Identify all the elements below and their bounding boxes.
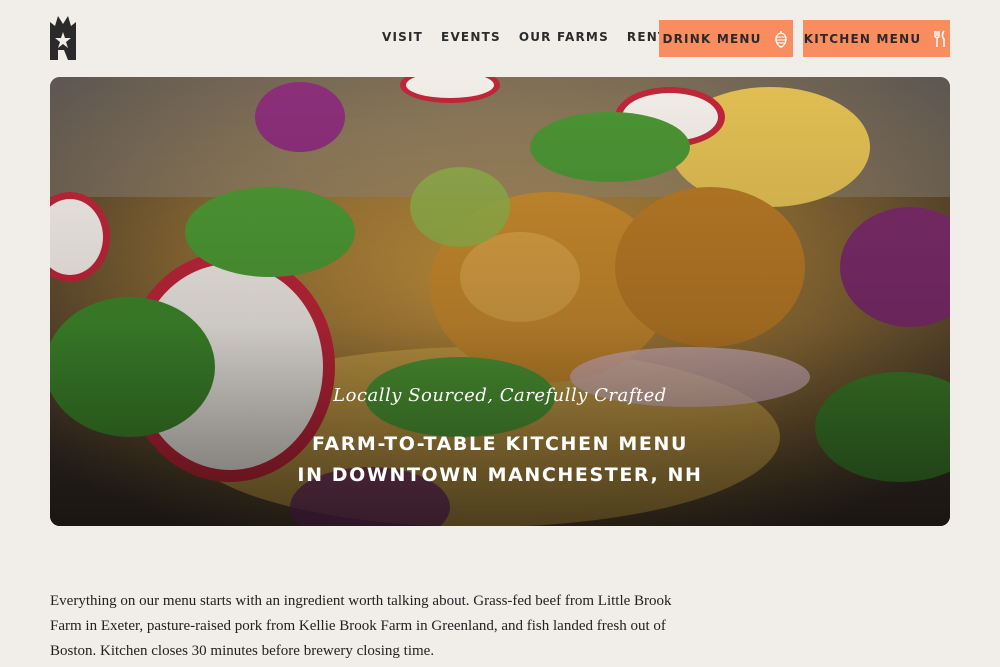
hero-headline-line-2: IN DOWNTOWN MANCHESTER, NH [297,464,703,486]
hero-tagline: Locally Sourced, Carefully Crafted [333,385,667,406]
fork-knife-icon [934,29,946,47]
hero-headline-line-1: FARM-TO-TABLE KITCHEN MENU [312,433,688,455]
nav-our-farms[interactable]: OUR FARMS [519,30,609,44]
hops-icon [774,30,787,48]
kitchen-menu-label: KITCHEN MENU [803,31,922,46]
hero-banner: Locally Sourced, Carefully Crafted FARM-… [50,77,950,526]
nav-visit[interactable]: VISIT [382,30,423,44]
nav-events[interactable]: EVENTS [441,30,501,44]
hero-headline: FARM-TO-TABLE KITCHEN MENU IN DOWNTOWN M… [50,429,950,491]
crown-logo-icon [50,16,76,60]
intro-paragraph: Everything on our menu starts with an in… [50,593,672,659]
main-nav: VISIT EVENTS OUR FARMS RENTALS [382,30,696,44]
site-header: VISIT EVENTS OUR FARMS RENTALS DRINK MEN… [0,0,1000,77]
drink-menu-label: DRINK MENU [662,31,762,46]
kitchen-menu-button[interactable]: KITCHEN MENU [803,20,950,57]
drink-menu-button[interactable]: DRINK MENU [659,20,793,57]
brand-logo[interactable] [50,16,76,60]
